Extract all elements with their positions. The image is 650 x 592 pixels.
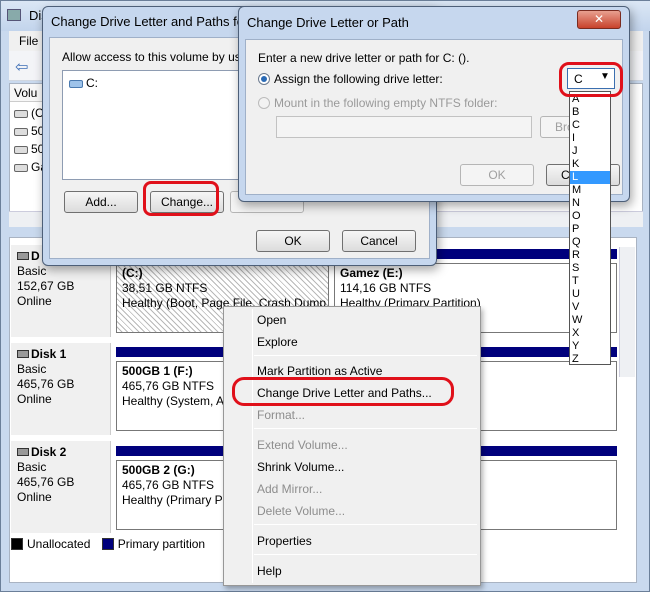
context-menu: Open Explore Mark Partition as Active Chang… xyxy=(223,306,481,586)
disk-icon xyxy=(17,252,29,260)
annotation-letter-combobox xyxy=(559,62,623,97)
menu-file[interactable]: File xyxy=(19,34,38,48)
drive-icon xyxy=(14,109,28,118)
dialog1-title: Change Drive Letter and Paths for C xyxy=(51,14,262,29)
mount-folder-option[interactable]: Mount in the following empty NTFS folder… xyxy=(258,96,497,110)
disk-icon xyxy=(17,350,29,358)
drive-letter-option[interactable]: S xyxy=(570,262,610,275)
menu-separator xyxy=(254,355,477,356)
dialog2-prompt: Enter a new drive letter or path for C: … xyxy=(258,51,470,65)
disk-2-label[interactable]: Disk 2 Basic 465,76 GB Online xyxy=(11,441,111,533)
path-list-item[interactable]: C: xyxy=(69,76,98,90)
mount-folder-radio[interactable] xyxy=(258,97,270,109)
legend: Unallocated Primary partition xyxy=(11,537,205,553)
drive-icon xyxy=(14,145,28,154)
drive-letter-option[interactable]: N xyxy=(570,197,610,210)
menu-item-add-mirror[interactable]: Add Mirror... xyxy=(257,479,322,499)
drive-letter-option[interactable]: Z xyxy=(570,353,610,366)
drive-icon xyxy=(14,163,28,172)
menu-item-help[interactable]: Help xyxy=(257,561,282,581)
menu-separator xyxy=(254,428,477,429)
dialog2-title: Change Drive Letter or Path xyxy=(247,15,409,30)
menu-item-extend-volume[interactable]: Extend Volume... xyxy=(257,435,348,455)
menu-item-properties[interactable]: Properties xyxy=(257,531,312,551)
drive-letter-option[interactable]: I xyxy=(570,132,610,145)
drive-letter-option[interactable]: U xyxy=(570,288,610,301)
vertical-scrollbar[interactable] xyxy=(619,247,635,377)
drive-letter-option[interactable]: C xyxy=(570,119,610,132)
drive-letter-dropdown[interactable]: ABCIJKLMNOPQRSTUVWXYZ xyxy=(569,91,611,365)
annotation-change-letter-menu-item xyxy=(232,377,454,406)
dialog2-ok-button[interactable]: OK xyxy=(460,164,534,186)
mount-folder-path-input[interactable] xyxy=(276,116,532,138)
annotation-change-button xyxy=(143,181,219,216)
menu-item-format[interactable]: Format... xyxy=(257,405,305,425)
drive-letter-option[interactable]: M xyxy=(570,184,610,197)
drive-letter-option[interactable]: L xyxy=(570,171,610,184)
drive-letter-option[interactable]: J xyxy=(570,145,610,158)
drive-letter-option[interactable]: V xyxy=(570,301,610,314)
legend-unallocated-swatch xyxy=(11,538,23,550)
disk-1-label[interactable]: Disk 1 Basic 465,76 GB Online xyxy=(11,343,111,435)
assign-letter-radio[interactable] xyxy=(258,73,270,85)
menu-separator xyxy=(254,554,477,555)
menu-item-shrink-volume[interactable]: Shrink Volume... xyxy=(257,457,344,477)
drive-icon xyxy=(14,127,28,136)
drive-letter-option[interactable]: T xyxy=(570,275,610,288)
drive-letter-option[interactable]: R xyxy=(570,249,610,262)
app-icon xyxy=(7,9,21,21)
drive-letter-option[interactable]: K xyxy=(570,158,610,171)
dialog1-ok-button[interactable]: OK xyxy=(256,230,330,252)
drive-letter-option[interactable]: Q xyxy=(570,236,610,249)
drive-letter-option[interactable]: P xyxy=(570,223,610,236)
menu-gutter xyxy=(252,309,253,583)
assign-letter-option[interactable]: Assign the following drive letter: xyxy=(258,72,443,86)
drive-letter-option[interactable]: Y xyxy=(570,340,610,353)
menu-item-open[interactable]: Open xyxy=(257,310,286,330)
menu-item-explore[interactable]: Explore xyxy=(257,332,298,352)
menu-item-delete-volume[interactable]: Delete Volume... xyxy=(257,501,345,521)
back-arrow-icon[interactable]: ⇦ xyxy=(15,57,28,77)
drive-letter-option[interactable]: B xyxy=(570,106,610,119)
drive-letter-option[interactable]: O xyxy=(570,210,610,223)
dialog1-description: Allow access to this volume by using t xyxy=(62,50,264,64)
drive-icon xyxy=(69,79,83,88)
drive-letter-option[interactable]: X xyxy=(570,327,610,340)
drive-letter-option[interactable]: W xyxy=(570,314,610,327)
add-button[interactable]: Add... xyxy=(64,191,138,213)
close-icon[interactable]: ✕ xyxy=(577,10,621,29)
legend-unallocated-label: Unallocated xyxy=(27,537,91,551)
disk-icon xyxy=(17,448,29,456)
legend-primary-label: Primary partition xyxy=(117,537,206,551)
dialog1-cancel-button[interactable]: Cancel xyxy=(342,230,416,252)
legend-primary-swatch xyxy=(101,538,114,550)
menu-separator xyxy=(254,524,477,525)
